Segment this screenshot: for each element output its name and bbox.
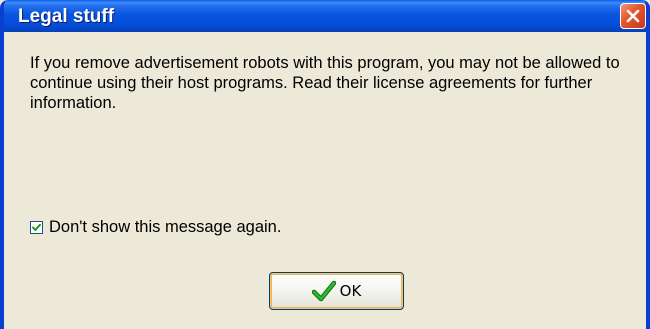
ok-button[interactable]: OK bbox=[269, 272, 404, 310]
close-button[interactable] bbox=[620, 3, 646, 29]
ok-button-label: OK bbox=[339, 282, 362, 300]
dialog-window: Legal stuff If you remove advertisement … bbox=[0, 0, 650, 329]
title-bar[interactable]: Legal stuff bbox=[4, 0, 646, 32]
dont-show-again-option[interactable]: Don't show this message again. bbox=[30, 217, 281, 237]
dont-show-again-label[interactable]: Don't show this message again. bbox=[49, 218, 281, 237]
checkmark-icon bbox=[311, 280, 336, 302]
checkmark-icon bbox=[32, 223, 41, 231]
close-icon bbox=[626, 9, 640, 23]
window-title: Legal stuff bbox=[18, 6, 115, 27]
dialog-message: If you remove advertisement robots with … bbox=[30, 54, 620, 112]
dont-show-again-checkbox[interactable] bbox=[30, 220, 43, 234]
